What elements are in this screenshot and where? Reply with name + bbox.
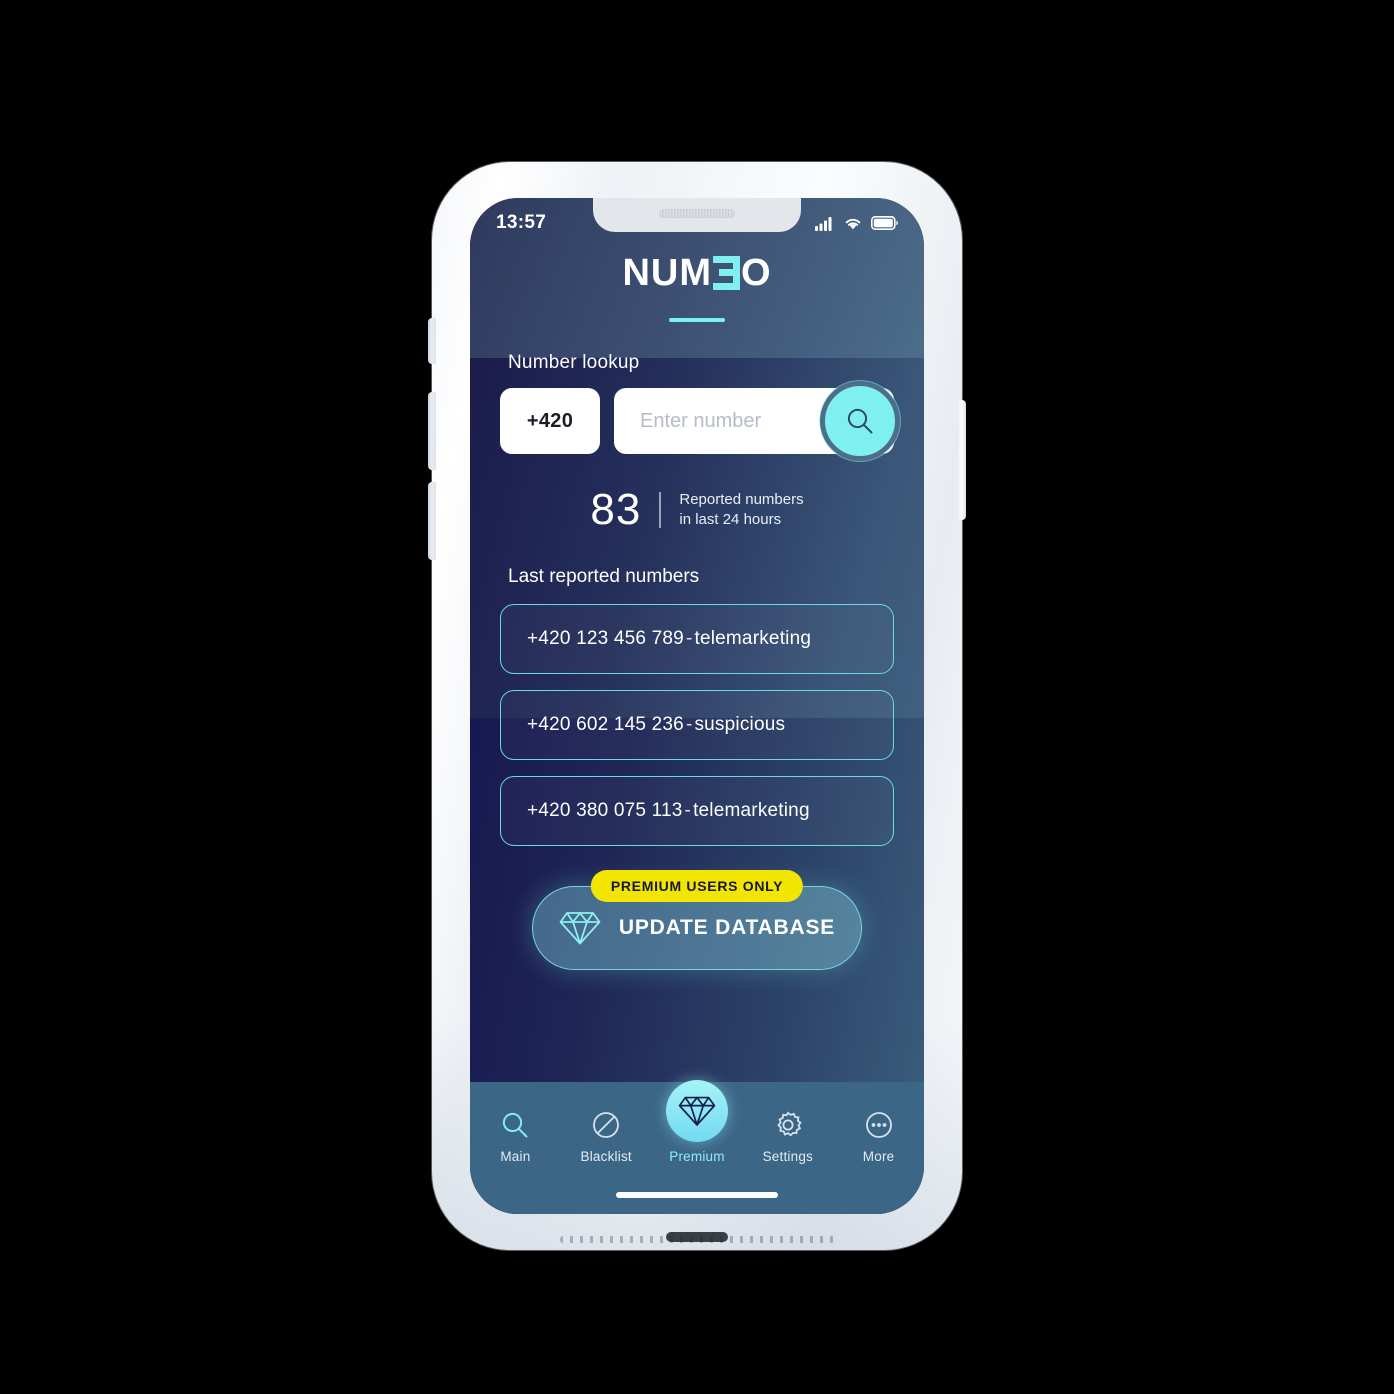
status-bar-icons: [815, 210, 898, 231]
number-lookup-row: +420: [500, 381, 900, 461]
stats-divider: [659, 492, 662, 528]
tab-premium-label: Premium: [669, 1149, 725, 1164]
report-number: +420 123 456 789: [527, 628, 684, 649]
status-bar-time: 13:57: [496, 212, 547, 233]
signal-icon: [815, 216, 832, 231]
reported-stats-line2: in last 24 hours: [679, 511, 782, 528]
charging-port: [666, 1232, 728, 1242]
diamond-icon: [559, 912, 601, 945]
tab-settings[interactable]: Settings: [742, 1108, 833, 1164]
gear-icon: [773, 1108, 803, 1142]
tab-blacklist[interactable]: Blacklist: [561, 1108, 652, 1164]
logo-text-right: O: [740, 252, 772, 294]
report-tag: telemarketing: [693, 800, 810, 821]
reported-numbers-list: +420 123 456 789 - telemarketing +420 60…: [500, 604, 894, 846]
premium-badge: PREMIUM USERS ONLY: [590, 870, 804, 902]
report-separator: -: [685, 628, 693, 649]
update-database-label: UPDATE DATABASE: [618, 916, 836, 939]
power-button[interactable]: [958, 400, 966, 520]
report-tag: suspicious: [694, 714, 786, 735]
wifi-icon: [845, 218, 861, 229]
volume-up-button[interactable]: [428, 392, 436, 470]
country-code-value: +420: [526, 409, 574, 432]
list-item[interactable]: +420 380 075 113 - telemarketing: [500, 776, 894, 846]
reported-stats-line1: Reported numbers: [679, 490, 804, 508]
report-number: +420 380 075 113: [527, 800, 683, 821]
logo-text-left: NUM: [622, 252, 712, 294]
list-item[interactable]: +420 602 145 236 - suspicious: [500, 690, 894, 760]
report-number: +420 602 145 236: [527, 714, 684, 735]
reported-stats-text: Reported numbers in last 24 hours: [679, 490, 803, 531]
reported-stats: 83 Reported numbers in last 24 hours: [500, 488, 894, 532]
tab-settings-label: Settings: [762, 1149, 813, 1164]
tab-main-label: Main: [500, 1149, 531, 1164]
earpiece-speaker-icon: [659, 209, 735, 218]
battery-icon: [871, 216, 898, 230]
report-separator: -: [685, 714, 693, 735]
tab-blacklist-label: Blacklist: [580, 1149, 632, 1164]
reversed-e-icon: [712, 256, 740, 290]
report-separator: -: [684, 800, 692, 821]
tab-more-label: More: [862, 1149, 895, 1164]
diamond-icon: [678, 1096, 716, 1126]
logo-underline: [669, 318, 725, 322]
country-code-selector[interactable]: +420: [500, 388, 600, 454]
tab-more[interactable]: More: [833, 1108, 924, 1164]
update-database-section: PREMIUM USERS ONLY UPDATE DATABASE: [500, 870, 894, 970]
reported-count: 83: [590, 485, 642, 534]
screenshot-stage: 13:57 NUM O Number lookup +420 Enter num…: [0, 0, 1394, 1394]
volume-down-button[interactable]: [428, 482, 436, 560]
mute-switch-button[interactable]: [428, 318, 436, 364]
search-button[interactable]: [820, 381, 900, 461]
premium-fab-button[interactable]: [666, 1080, 728, 1142]
tab-main[interactable]: Main: [470, 1108, 561, 1164]
phone-screen: 13:57 NUM O Number lookup +420 Enter num…: [470, 198, 924, 1214]
report-tag: telemarketing: [694, 628, 812, 649]
number-lookup-label: Number lookup: [508, 352, 640, 373]
phone-notch: [593, 198, 801, 232]
search-icon: [500, 1108, 530, 1142]
last-reported-label: Last reported numbers: [508, 566, 700, 587]
home-indicator[interactable]: [616, 1192, 778, 1198]
list-item[interactable]: +420 123 456 789 - telemarketing: [500, 604, 894, 674]
ellipsis-icon: [864, 1108, 894, 1142]
app-logo: NUM O: [500, 254, 894, 322]
search-icon: [847, 408, 873, 434]
app-content: NUM O Number lookup +420 Enter number 83…: [470, 198, 924, 1214]
block-icon: [591, 1108, 621, 1142]
